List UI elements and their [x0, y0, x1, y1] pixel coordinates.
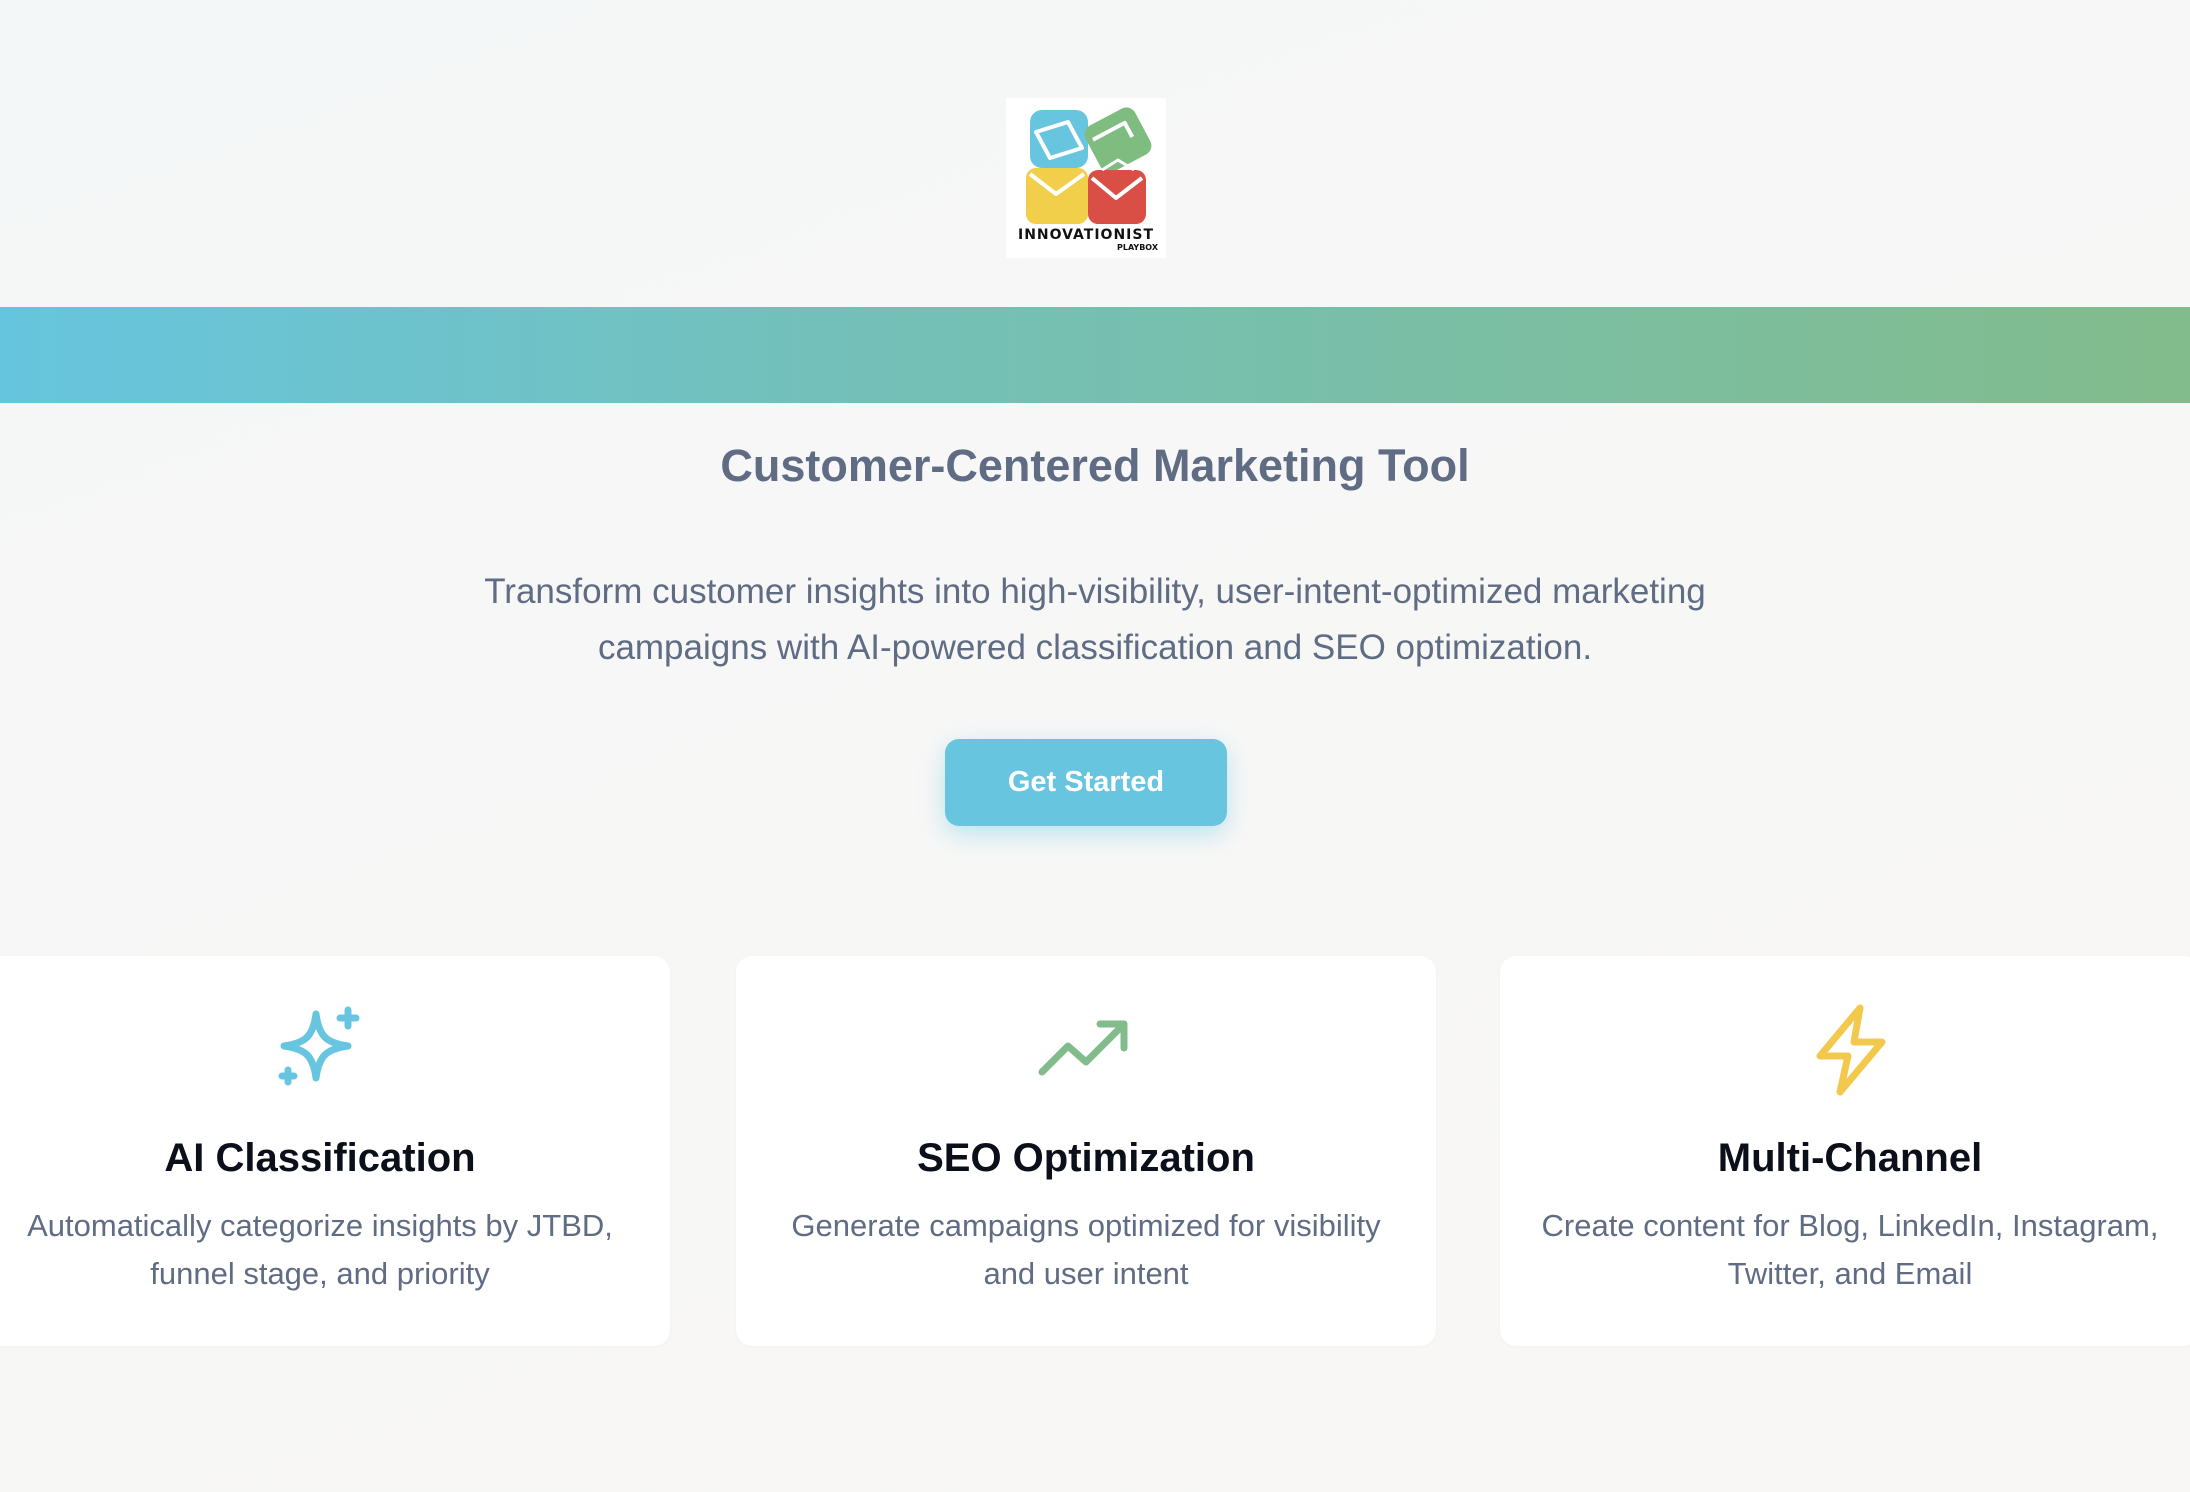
feature-title: AI Classification [164, 1136, 476, 1180]
feature-title: Multi-Channel [1717, 1136, 1983, 1180]
lightning-icon [1802, 1002, 1898, 1098]
sparkles-icon [272, 1002, 368, 1098]
logo-subtext: PLAYBOX [1117, 243, 1158, 252]
gradient-banner [0, 307, 2190, 403]
trending-up-icon [1038, 1002, 1134, 1098]
feature-description: Create content for Blog, LinkedIn, Insta… [1541, 1208, 2159, 1291]
page-subtitle: Customer-Centered Marketing Tool [720, 440, 1470, 491]
feature-description: Automatically categorize insights by JTB… [27, 1208, 613, 1291]
feature-card-seo-optimization: SEO Optimization Generate campaigns opti… [736, 956, 1436, 1346]
feature-description: Generate campaigns optimized for visibil… [791, 1208, 1381, 1291]
get-started-button[interactable]: Get Started [945, 739, 1227, 826]
feature-card-multi-channel: Multi-Channel Create content for Blog, L… [1500, 956, 2190, 1346]
feature-title: SEO Optimization [917, 1136, 1255, 1180]
logo-wordmark: INNOVATIONIST [1017, 227, 1155, 243]
hero-description: Transform customer insights into high-vi… [484, 572, 1706, 667]
feature-card-ai-classification: AI Classification Automatically categori… [0, 956, 670, 1346]
brand-logo: INNOVATIONIST PLAYBOX [1006, 98, 1166, 258]
